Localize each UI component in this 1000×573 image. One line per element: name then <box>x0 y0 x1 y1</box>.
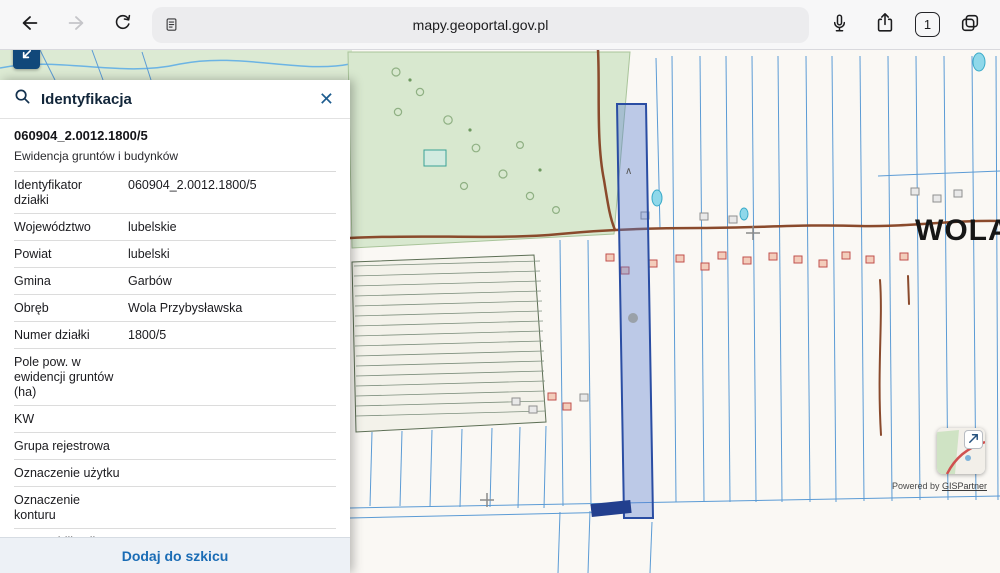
tabs-button[interactable] <box>954 9 986 41</box>
map-attribution: Powered by GISPartner <box>892 481 987 491</box>
tab-count-button[interactable]: 1 <box>915 12 940 37</box>
info-row-wojewodztwo: Województwo lubelskie <box>14 214 336 241</box>
info-row-label: Oznaczenie użytku <box>14 465 120 480</box>
info-row-label: Grupa rejestrowa <box>14 438 110 453</box>
map-forest-area <box>347 51 631 249</box>
expand-overview-button[interactable] <box>964 430 983 449</box>
info-row-identyfikator: Identyfikator działki 060904_2.0012.1800… <box>14 172 336 214</box>
identification-panel: Identyfikacja ✕ 060904_2.0012.1800/5 Ewi… <box>0 80 350 573</box>
gispartner-link[interactable]: GISPartner <box>942 481 987 491</box>
voice-search-button[interactable] <box>823 9 855 41</box>
register-source-label: Ewidencja gruntów i budynków <box>14 149 179 163</box>
info-row-label: Identyfikator działki <box>14 177 83 207</box>
forward-arrow-icon <box>65 12 87 37</box>
back-arrow-icon <box>19 12 41 37</box>
refresh-icon <box>112 13 133 37</box>
info-row-label: KW <box>14 411 35 426</box>
info-row-label: Powiat <box>14 246 52 261</box>
info-row-obreb: Obręb Wola Przybysławska <box>14 295 336 322</box>
panel-title: Identyfikacja <box>41 90 132 108</box>
info-row-value: 060904_2.0012.1800/5 <box>128 177 257 192</box>
info-row-value: 1800/5 <box>128 327 167 342</box>
info-row-oznaczenie-konturu: Oznaczenie konturu <box>14 487 336 529</box>
info-row-kw: KW <box>14 406 336 433</box>
info-row-value <box>128 412 336 427</box>
info-row-data-publikacji: Data publikacji <box>14 529 336 538</box>
info-row-gmina: Gmina Garbów <box>14 268 336 295</box>
close-panel-button[interactable]: ✕ <box>317 89 336 110</box>
info-row-numer-dzialki: Numer działki 1800/5 <box>14 322 336 349</box>
info-row-value: lubelski <box>128 246 170 261</box>
collapse-arrow-icon <box>19 48 34 66</box>
microphone-icon <box>829 13 850 37</box>
info-row-pole-pow: Pole pow. w ewidencji gruntów (ha) <box>14 349 336 406</box>
page-icon <box>164 17 179 32</box>
attribution-text: Powered by <box>891 481 942 491</box>
tabs-overview-icon <box>959 12 981 37</box>
parcel-id: 060904_2.0012.1800/5 <box>14 128 148 143</box>
url-text: mapy.geoportal.gov.pl <box>412 16 549 33</box>
info-row-powiat: Powiat lubelski <box>14 241 336 268</box>
add-to-sketch-button[interactable]: Dodaj do szkicu <box>116 547 235 565</box>
info-row-label: Województwo <box>14 219 91 234</box>
info-row-value: Wola Przybysławska <box>128 300 243 315</box>
parcel-caret-symbol: ∧ <box>625 166 632 177</box>
panel-header: Identyfikacja ✕ <box>0 80 350 119</box>
nav-buttons-left <box>14 9 138 41</box>
browser-toolbar: mapy.geoportal.gov.pl 1 <box>0 0 1000 50</box>
forward-button[interactable] <box>60 9 92 41</box>
info-row-value <box>128 466 336 481</box>
info-row-value: lubelskie <box>128 219 177 234</box>
nav-buttons-right: 1 <box>823 9 986 41</box>
share-button[interactable] <box>869 9 901 41</box>
panel-footer: Dodaj do szkicu <box>0 537 350 573</box>
expand-arrow-icon <box>967 432 980 448</box>
info-row-oznaczenie-uzytku: Oznaczenie użytku <box>14 460 336 487</box>
info-row-label: Numer działki <box>14 327 90 342</box>
tab-count-label: 1 <box>923 17 932 32</box>
map-place-label: WOLA <box>915 214 1000 247</box>
share-icon <box>874 12 896 37</box>
info-row-label: Oznaczenie konturu <box>14 492 81 522</box>
overview-map[interactable] <box>937 428 985 474</box>
parcel-id-block: 060904_2.0012.1800/5 Ewidencja gruntów i… <box>14 119 336 172</box>
info-row-label: Pole pow. w ewidencji gruntów (ha) <box>14 354 114 399</box>
refresh-button[interactable] <box>106 9 138 41</box>
info-row-value: Garbów <box>128 273 172 288</box>
info-row-value <box>128 355 336 400</box>
info-row-label: Obręb <box>14 300 49 315</box>
info-row-label: Gmina <box>14 273 51 288</box>
back-button[interactable] <box>14 9 46 41</box>
info-row-grupa-rejestrowa: Grupa rejestrowa <box>14 433 336 460</box>
info-row-value <box>128 439 336 454</box>
info-row-value <box>128 493 336 523</box>
panel-body: 060904_2.0012.1800/5 Ewidencja gruntów i… <box>0 119 350 537</box>
search-icon <box>14 88 31 110</box>
address-bar[interactable]: mapy.geoportal.gov.pl <box>152 6 809 43</box>
